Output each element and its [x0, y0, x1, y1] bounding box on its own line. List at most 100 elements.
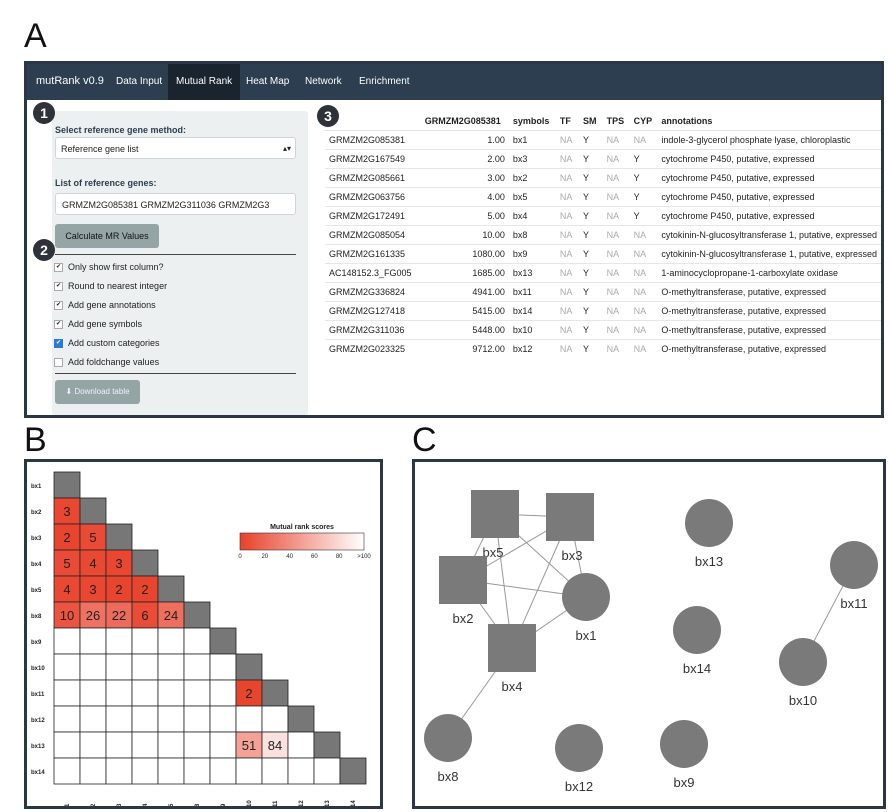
network-node-bx4[interactable] [488, 624, 536, 672]
method-select[interactable]: Reference gene list ▴▾ [55, 137, 296, 159]
table-row: GRMZM2G311036 5448.00 bx10 NA Y NA NA O-methylt… [325, 320, 881, 340]
divider [55, 373, 296, 374]
option-only-first-column[interactable]: ✔ Only show first column? [54, 262, 164, 274]
network-node-bx14[interactable] [673, 606, 721, 654]
table-header[interactable]: SM [578, 111, 603, 131]
annotation-cell: O-methyltransferase, putative, expressed [657, 282, 881, 302]
heatmap-cell [183, 679, 211, 707]
table-cell: NA [602, 301, 630, 321]
option-custom-categories[interactable]: ✔ Add custom categories [54, 338, 160, 350]
checkbox-unchecked[interactable] [54, 358, 63, 368]
checkbox-checked[interactable]: ✔ [54, 320, 63, 330]
checkbox-checked[interactable]: ✔ [54, 301, 63, 311]
tab-mutual-rank[interactable]: Mutual Rank [168, 64, 241, 100]
table-header[interactable]: TF [555, 111, 579, 131]
legend-tick: >100 [357, 554, 371, 560]
network-node-bx3[interactable] [546, 493, 594, 541]
mr-value-cell: 5415.00 [420, 301, 509, 321]
option-gene-annotations[interactable]: ✔ Add gene annotations [54, 300, 156, 312]
table-cell: NA [629, 301, 658, 321]
table-cell: bx11 [508, 282, 556, 302]
table-cell: Y [578, 149, 603, 169]
heatmap-cell [157, 731, 185, 759]
option-label: Add custom categories [68, 338, 160, 348]
annotation-cell: O-methyltransferase, putative, expressed [657, 301, 881, 321]
network-node-bx13[interactable] [685, 499, 733, 547]
heatmap-cell [79, 731, 107, 759]
tab-data-input[interactable]: Data Input [108, 64, 170, 100]
network-node-bx10[interactable] [779, 638, 827, 686]
navbar: mutRank v0.9 Data Input Mutual Rank Heat… [27, 64, 881, 100]
mr-value-cell: 10.00 [420, 225, 509, 245]
diagonal-cell [131, 549, 159, 577]
download-table-button[interactable]: ⬇ Download table [55, 380, 140, 404]
heatmap-cell [209, 757, 237, 785]
table-header[interactable]: GRMZM2G085381 [420, 111, 509, 131]
table-header[interactable]: TPS [602, 111, 630, 131]
heatmap-cell [79, 705, 107, 733]
heatmap-cell [131, 679, 159, 707]
col-label: bx4 [143, 803, 149, 806]
node-label: bx8 [438, 769, 459, 784]
tab-heat-map[interactable]: Heat Map [238, 64, 297, 100]
heatmap-cell [313, 757, 341, 785]
table-cell: bx9 [508, 244, 556, 264]
table-row: GRMZM2G085381 1.00 bx1 NA Y NA NA indole-3-glyc… [325, 130, 881, 150]
panel-label-b: B [24, 421, 47, 459]
col-label: bx13 [325, 800, 331, 806]
annotation-cell: O-methyltransferase, putative, expressed [657, 339, 881, 358]
annotation-cell: cytochrome P450, putative, expressed [657, 168, 881, 188]
table-cell: Y [578, 320, 603, 340]
diagonal-cell [313, 731, 341, 759]
row-label: bx2 [31, 510, 42, 516]
network-node-bx11[interactable] [830, 541, 878, 589]
option-foldchange[interactable]: Add foldchange values [54, 357, 159, 369]
table-cell: NA [555, 282, 579, 302]
table-cell: NA [602, 263, 630, 283]
table-header[interactable] [325, 111, 421, 131]
tab-enrichment[interactable]: Enrichment [351, 64, 418, 100]
mutrank-app-panel: mutRank v0.9 Data Input Mutual Rank Heat… [24, 61, 884, 418]
panel-label-c: C [412, 421, 437, 459]
network-node-bx8[interactable] [424, 714, 472, 762]
diagonal-cell [209, 627, 237, 655]
calculate-mr-button[interactable]: Calculate MR Values [55, 224, 159, 248]
option-label: Add foldchange values [68, 357, 160, 367]
option-round-integer[interactable]: ✔ Round to nearest integer [54, 281, 167, 293]
cell-value: 2 [245, 686, 252, 701]
table-header[interactable]: CYP [629, 111, 658, 131]
reference-genes-input[interactable]: GRMZM2G085381 GRMZM2G311036 GRMZM2G3 [55, 193, 296, 215]
table-cell: Y [629, 168, 658, 188]
row-label: bx4 [31, 562, 42, 568]
row-label: bx8 [31, 614, 42, 620]
heatmap-cell [53, 627, 81, 655]
heatmap-cell [157, 679, 185, 707]
heatmap-cell [157, 653, 185, 681]
table-row: GRMZM2G023325 9712.00 bx12 NA Y NA NA O-methylt… [325, 339, 881, 358]
network-node-bx5[interactable] [471, 490, 519, 538]
table-header[interactable]: annotations [657, 111, 881, 131]
panel-label-a: A [24, 17, 47, 55]
checkbox-checked[interactable]: ✔ [54, 263, 63, 273]
node-label: bx4 [502, 679, 523, 694]
tab-network[interactable]: Network [297, 64, 350, 100]
heatmap-cell [209, 705, 237, 733]
table-cell: NA [555, 320, 579, 340]
option-gene-symbols[interactable]: ✔ Add gene symbols [54, 319, 142, 331]
checkbox-checked[interactable]: ✔ [54, 282, 63, 292]
annotation-cell: cytokinin-N-glucosyltransferase 1, putat… [657, 244, 881, 264]
table-cell: NA [555, 187, 579, 207]
table-header[interactable]: symbols [508, 111, 556, 131]
network-node-bx2[interactable] [439, 556, 487, 604]
table-cell: bx4 [508, 206, 556, 226]
table-cell: NA [602, 225, 630, 245]
checkbox-checked[interactable]: ✔ [54, 339, 63, 349]
network-node-bx1[interactable] [562, 573, 610, 621]
app-brand[interactable]: mutRank v0.9 [36, 75, 104, 87]
mr-value-cell: 2.00 [420, 149, 509, 169]
table-cell: bx13 [508, 263, 556, 283]
network-node-bx12[interactable] [555, 724, 603, 772]
table-cell: NA [555, 206, 579, 226]
network-node-bx9[interactable] [660, 720, 708, 768]
diagonal-cell [261, 679, 289, 707]
